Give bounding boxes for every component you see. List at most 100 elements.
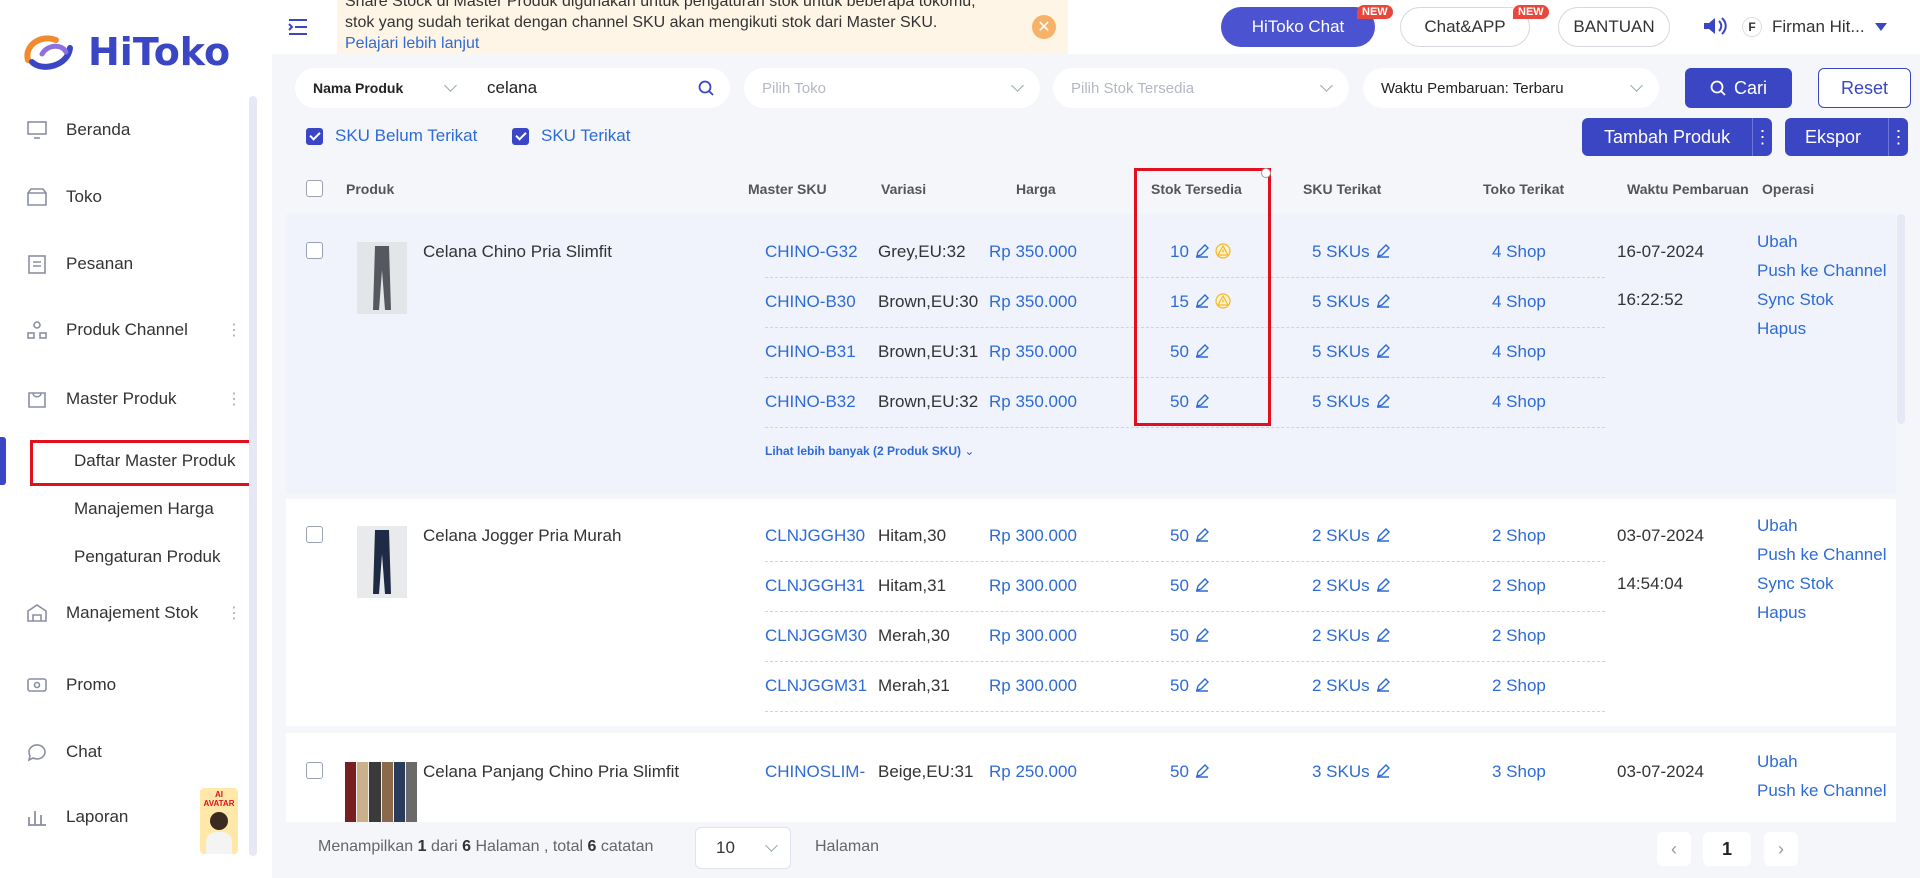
search-input[interactable]: celana bbox=[473, 78, 730, 98]
stok-cell[interactable]: 50 bbox=[1170, 762, 1209, 782]
row-checkbox[interactable] bbox=[306, 242, 323, 259]
edit-icon[interactable] bbox=[1376, 394, 1390, 408]
edit-icon[interactable] bbox=[1376, 764, 1390, 778]
more-icon[interactable]: ⋮ bbox=[226, 603, 242, 623]
show-more-link[interactable]: Lihat lebih banyak (2 Produk SKU) ⌄ bbox=[765, 444, 974, 458]
search-button[interactable]: Cari bbox=[1685, 68, 1792, 108]
speaker-icon[interactable] bbox=[1702, 15, 1728, 42]
toko-terikat[interactable]: 2 Shop bbox=[1492, 676, 1546, 696]
edit-icon[interactable] bbox=[1195, 678, 1209, 692]
toko-terikat[interactable]: 2 Shop bbox=[1492, 576, 1546, 596]
sidebar-item-master-produk[interactable]: Master Produk ⋮ bbox=[0, 374, 250, 424]
sync-stok-link[interactable]: Sync Stok bbox=[1757, 569, 1886, 598]
master-sku[interactable]: CHINO-B32 bbox=[765, 392, 856, 412]
harga[interactable]: Rp 350.000 bbox=[989, 342, 1077, 362]
sku-terikat-cell[interactable]: 2 SKUs bbox=[1312, 526, 1390, 546]
edit-link[interactable]: Ubah bbox=[1757, 511, 1886, 540]
product-thumbnail[interactable] bbox=[357, 242, 407, 314]
harga[interactable]: Rp 300.000 bbox=[989, 626, 1077, 646]
more-icon[interactable]: ⋮ bbox=[1752, 118, 1772, 156]
push-channel-link[interactable]: Push ke Channel bbox=[1757, 256, 1886, 285]
learn-more-link[interactable]: Pelajari lebih lanjut bbox=[345, 33, 1068, 54]
toko-terikat[interactable]: 2 Shop bbox=[1492, 526, 1546, 546]
product-name[interactable]: Celana Jogger Pria Murah bbox=[423, 526, 621, 546]
edit-icon[interactable] bbox=[1376, 528, 1390, 542]
edit-link[interactable]: Ubah bbox=[1757, 747, 1886, 776]
sort-select[interactable]: Waktu Pembaruan: Terbaru bbox=[1363, 68, 1659, 108]
toko-terikat[interactable]: 2 Shop bbox=[1492, 626, 1546, 646]
push-channel-link[interactable]: Push ke Channel bbox=[1757, 776, 1886, 805]
master-sku[interactable]: CLNJGGH30 bbox=[765, 526, 865, 546]
search-type-select[interactable]: Nama Produk bbox=[295, 79, 473, 96]
edit-icon[interactable] bbox=[1376, 678, 1390, 692]
master-sku[interactable]: CHINO-B30 bbox=[765, 292, 856, 312]
edit-icon[interactable] bbox=[1195, 578, 1209, 592]
chat-app-button[interactable]: Chat&APP bbox=[1400, 7, 1530, 47]
stok-cell[interactable]: 50 bbox=[1170, 576, 1209, 596]
sku-terikat-cell[interactable]: 5 SKUs bbox=[1312, 292, 1390, 312]
master-sku[interactable]: CLNJGGH31 bbox=[765, 576, 865, 596]
edit-icon[interactable] bbox=[1376, 294, 1390, 308]
sku-terikat-cell[interactable]: 2 SKUs bbox=[1312, 626, 1390, 646]
delete-link[interactable]: Hapus bbox=[1757, 598, 1886, 627]
sidebar-item-chat[interactable]: Chat bbox=[0, 727, 250, 777]
menu-toggle-icon[interactable] bbox=[287, 16, 309, 38]
ai-avatar-widget[interactable]: AI AVATAR bbox=[200, 788, 238, 854]
bantuan-button[interactable]: BANTUAN bbox=[1558, 7, 1670, 47]
toko-terikat[interactable]: 4 Shop bbox=[1492, 392, 1546, 412]
edit-icon[interactable] bbox=[1376, 244, 1390, 258]
page-size-select[interactable]: 10 bbox=[695, 827, 791, 869]
stok-cell[interactable]: 50 bbox=[1170, 626, 1209, 646]
sidebar-item-toko[interactable]: Toko bbox=[0, 172, 250, 222]
info-icon[interactable] bbox=[1261, 168, 1271, 178]
sku-terikat-cell[interactable]: 5 SKUs bbox=[1312, 392, 1390, 412]
reset-button[interactable]: Reset bbox=[1818, 68, 1911, 108]
master-sku[interactable]: CLNJGGM30 bbox=[765, 626, 867, 646]
add-product-button[interactable]: Tambah Produk ⋮ bbox=[1582, 118, 1772, 156]
product-thumbnail[interactable] bbox=[345, 762, 417, 822]
brand-logo[interactable]: HiToko bbox=[22, 30, 230, 74]
user-menu[interactable]: F Firman Hit... bbox=[1742, 8, 1912, 46]
sidebar-subitem-daftar-master-produk[interactable]: Daftar Master Produk bbox=[74, 441, 236, 481]
row-checkbox[interactable] bbox=[306, 526, 323, 543]
export-button[interactable]: Ekspor ⋮ bbox=[1785, 118, 1908, 156]
edit-icon[interactable] bbox=[1376, 344, 1390, 358]
product-name[interactable]: Celana Panjang Chino Pria Slimfit bbox=[423, 762, 679, 782]
edit-icon[interactable] bbox=[1195, 764, 1209, 778]
harga[interactable]: Rp 350.000 bbox=[989, 242, 1077, 262]
toko-terikat[interactable]: 4 Shop bbox=[1492, 292, 1546, 312]
harga[interactable]: Rp 350.000 bbox=[989, 392, 1077, 412]
harga[interactable]: Rp 300.000 bbox=[989, 676, 1077, 696]
master-sku[interactable]: CHINO-B31 bbox=[765, 342, 856, 362]
table-scrollbar[interactable] bbox=[1897, 214, 1905, 424]
stok-cell[interactable]: 50 bbox=[1170, 676, 1209, 696]
product-thumbnail[interactable] bbox=[357, 526, 407, 598]
sidebar-scrollbar[interactable] bbox=[249, 96, 257, 856]
prev-page-button[interactable]: ‹ bbox=[1657, 832, 1691, 866]
sidebar-item-beranda[interactable]: Beranda bbox=[0, 105, 250, 155]
more-icon[interactable]: ⋮ bbox=[1888, 118, 1908, 156]
search-icon[interactable] bbox=[698, 80, 714, 96]
row-checkbox[interactable] bbox=[306, 762, 323, 779]
sidebar-item-promo[interactable]: Promo bbox=[0, 660, 250, 710]
toko-terikat[interactable]: 4 Shop bbox=[1492, 242, 1546, 262]
sku-unbound-checkbox[interactable]: SKU Belum Terikat bbox=[306, 126, 477, 146]
harga[interactable]: Rp 250.000 bbox=[989, 762, 1077, 782]
select-all-checkbox[interactable] bbox=[306, 180, 323, 197]
harga[interactable]: Rp 350.000 bbox=[989, 292, 1077, 312]
sku-terikat-cell[interactable]: 3 SKUs bbox=[1312, 762, 1390, 782]
sidebar-item-produk-channel[interactable]: Produk Channel ⋮ bbox=[0, 305, 250, 355]
sync-stok-link[interactable]: Sync Stok bbox=[1757, 285, 1886, 314]
edit-icon[interactable] bbox=[1195, 628, 1209, 642]
close-icon[interactable]: ✕ bbox=[1032, 15, 1056, 39]
sku-terikat-cell[interactable]: 2 SKUs bbox=[1312, 576, 1390, 596]
stok-select[interactable]: Pilih Stok Tersedia bbox=[1053, 68, 1349, 108]
hitoko-chat-button[interactable]: HiToko Chat bbox=[1221, 7, 1375, 47]
edit-icon[interactable] bbox=[1195, 528, 1209, 542]
edit-icon[interactable] bbox=[1376, 578, 1390, 592]
next-page-button[interactable]: › bbox=[1764, 832, 1798, 866]
master-sku[interactable]: CHINOSLIM- bbox=[765, 762, 865, 782]
sku-terikat-cell[interactable]: 5 SKUs bbox=[1312, 342, 1390, 362]
sku-terikat-cell[interactable]: 2 SKUs bbox=[1312, 676, 1390, 696]
toko-terikat[interactable]: 4 Shop bbox=[1492, 342, 1546, 362]
